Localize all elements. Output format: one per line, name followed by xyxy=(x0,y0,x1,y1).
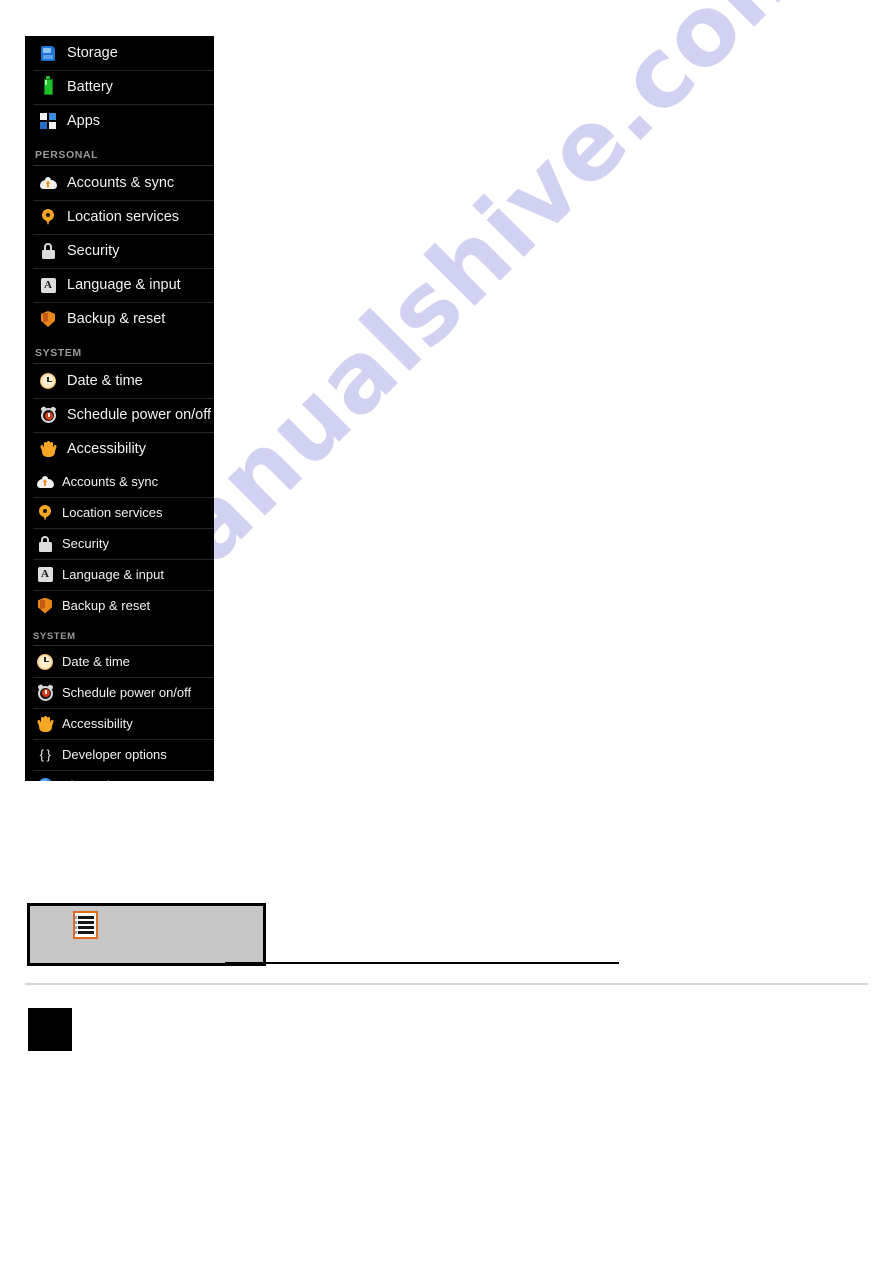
settings-item-backup-reset[interactable]: Backup & reset xyxy=(25,590,214,621)
section-header-system: SYSTEM xyxy=(25,336,214,364)
redacted-text-line xyxy=(225,962,619,964)
settings-item-label: Language & input xyxy=(62,567,164,582)
settings-item-language-input[interactable]: A Language & input xyxy=(25,268,214,302)
settings-list-lower: Accounts & sync Location services Security… xyxy=(25,466,214,781)
settings-item-accessibility[interactable]: Accessibility xyxy=(25,708,214,739)
settings-item-battery[interactable]: Battery xyxy=(25,70,214,104)
clock-icon xyxy=(35,364,61,398)
android-settings-panel: Storage Battery Apps PERSONAL Accounts & syn… xyxy=(25,36,214,781)
settings-item-backup-reset[interactable]: Backup & reset xyxy=(25,302,214,336)
section-header-personal: PERSONAL xyxy=(25,138,214,166)
lock-icon xyxy=(33,528,57,559)
settings-item-location-services[interactable]: Location services xyxy=(25,497,214,528)
settings-item-label: Storage xyxy=(67,45,118,61)
settings-item-schedule-power-on-off[interactable]: Schedule power on/off xyxy=(25,398,214,432)
settings-item-label: Battery xyxy=(67,79,113,95)
settings-item-label: About phone xyxy=(57,778,136,781)
settings-item-label: Schedule power on/off xyxy=(67,407,212,423)
settings-item-storage[interactable]: Storage xyxy=(25,36,214,70)
settings-item-label: Security xyxy=(67,243,120,259)
hand-icon xyxy=(35,432,61,466)
horizontal-divider xyxy=(25,983,868,985)
settings-item-label: Language & input xyxy=(67,277,181,293)
settings-item-accounts-sync[interactable]: Accounts & sync xyxy=(25,466,214,497)
cloud-sync-icon xyxy=(35,166,61,200)
info-icon: i xyxy=(33,770,57,781)
settings-item-date-time[interactable]: Date & time xyxy=(25,646,214,677)
storage-icon xyxy=(35,36,61,70)
braces-icon: { } xyxy=(39,747,51,762)
shield-icon xyxy=(35,302,61,336)
settings-item-label: Date & time xyxy=(62,654,130,669)
settings-item-label: Date & time xyxy=(67,373,143,389)
settings-item-label: Accessibility xyxy=(67,441,146,457)
alarm-clock-icon xyxy=(33,677,57,708)
settings-item-label: Schedule power on/off xyxy=(62,685,192,700)
document-line xyxy=(75,926,94,929)
section-header-system: SYSTEM xyxy=(25,621,214,646)
settings-item-label: Developer options xyxy=(62,747,167,762)
document-list-icon xyxy=(73,911,98,939)
settings-item-accessibility[interactable]: Accessibility xyxy=(25,432,214,466)
lock-icon xyxy=(35,234,61,268)
document-line xyxy=(75,916,94,919)
settings-item-security[interactable]: Security xyxy=(25,234,214,268)
black-placeholder-block xyxy=(28,1008,72,1051)
settings-item-label: Location services xyxy=(67,209,180,225)
settings-item-about-phone[interactable]: iAbout phone xyxy=(25,770,214,781)
settings-item-label: Accounts & sync xyxy=(67,175,175,191)
settings-item-label: Backup & reset xyxy=(67,311,166,327)
settings-item-language-input[interactable]: A Language & input xyxy=(25,559,214,590)
settings-item-label: Location services xyxy=(62,505,163,520)
settings-item-accounts-sync[interactable]: Accounts & sync xyxy=(25,166,214,200)
shield-icon xyxy=(33,590,57,621)
settings-list-upper: Storage Battery Apps PERSONAL Accounts & syn… xyxy=(25,36,214,466)
location-pin-icon xyxy=(33,497,57,528)
document-line xyxy=(75,931,94,934)
apps-grid-icon xyxy=(35,104,61,138)
hand-icon xyxy=(33,708,57,739)
settings-item-label: Security xyxy=(62,536,109,551)
document-line xyxy=(75,921,94,924)
settings-item-label: Backup & reset xyxy=(62,598,151,613)
language-a-icon: A xyxy=(35,268,61,302)
cloud-sync-icon xyxy=(33,466,57,497)
settings-item-date-time[interactable]: Date & time xyxy=(25,364,214,398)
clock-icon xyxy=(33,646,57,677)
location-pin-icon xyxy=(35,200,61,234)
settings-item-label: Apps xyxy=(67,113,101,129)
settings-item-label: Accounts & sync xyxy=(62,474,159,489)
settings-item-schedule-power-on-off[interactable]: Schedule power on/off xyxy=(25,677,214,708)
note-callout-box xyxy=(27,903,619,966)
settings-item-apps[interactable]: Apps xyxy=(25,104,214,138)
settings-item-security[interactable]: Security xyxy=(25,528,214,559)
settings-item-location-services[interactable]: Location services xyxy=(25,200,214,234)
settings-item-developer-options[interactable]: { } Developer options xyxy=(25,739,214,770)
battery-icon xyxy=(35,70,61,104)
settings-item-label: Accessibility xyxy=(62,716,133,731)
language-a-icon: A xyxy=(33,559,57,590)
alarm-clock-icon xyxy=(35,398,61,432)
